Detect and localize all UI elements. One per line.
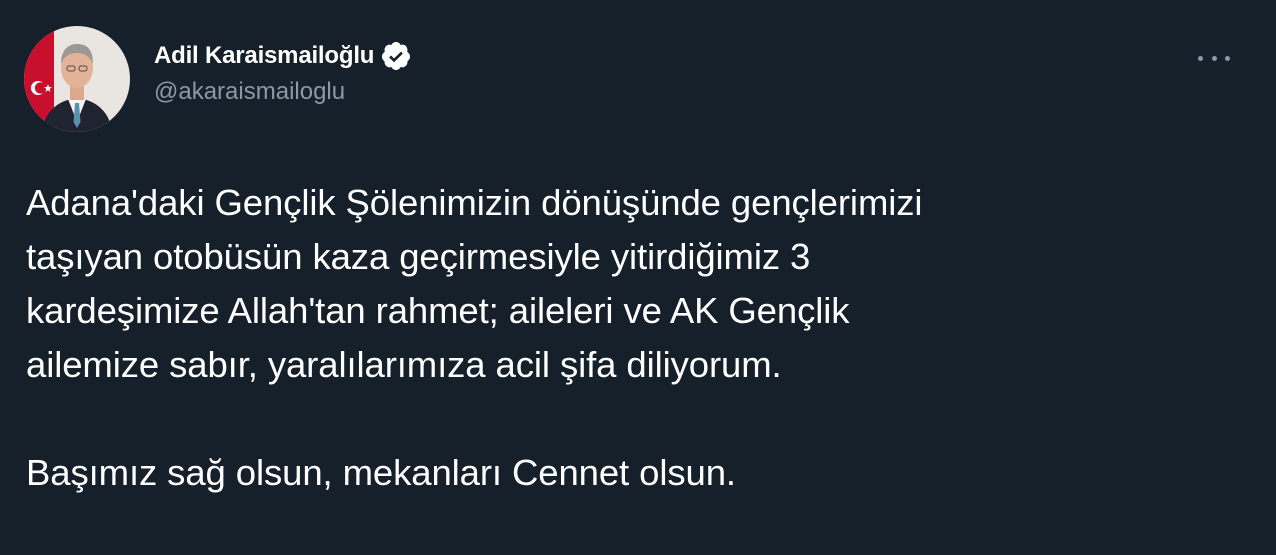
- more-dot-icon: [1211, 55, 1217, 61]
- author-handle[interactable]: @akaraismailoglu: [154, 78, 412, 106]
- more-dot-icon: [1198, 55, 1203, 61]
- tweet-text-line: Başımız sağ olsun, mekanları Cennet olsu…: [26, 452, 736, 493]
- tweet-text: Adana'daki Gençlik Şölenimizin dönüşünde…: [26, 176, 1266, 500]
- tweet-text-line: kardeşimize Allah'tan rahmet; aileleri v…: [26, 290, 850, 331]
- verified-badge-icon: [380, 40, 412, 72]
- tweet-card: Adil Karaismailoğlu @akaraismailoglu Ada…: [0, 0, 1276, 555]
- avatar[interactable]: [24, 26, 130, 132]
- more-dot-icon: [1225, 55, 1230, 61]
- tweet-text-line: taşıyan otobüsün kaza geçirmesiyle yitir…: [26, 236, 811, 277]
- more-options-button[interactable]: [1194, 44, 1234, 72]
- avatar-image: [24, 26, 130, 132]
- author-identity: Adil Karaismailoğlu @akaraismailoglu: [154, 40, 412, 106]
- tweet-text-line: ailemize sabır, yaralılarımıza acil şifa…: [26, 344, 782, 385]
- tweet-text-line: Adana'daki Gençlik Şölenimizin dönüşünde…: [26, 182, 923, 223]
- tweet-header: Adil Karaismailoğlu @akaraismailoglu: [24, 26, 1252, 132]
- author-display-name[interactable]: Adil Karaismailoğlu: [154, 42, 374, 70]
- name-row: Adil Karaismailoğlu: [154, 40, 412, 72]
